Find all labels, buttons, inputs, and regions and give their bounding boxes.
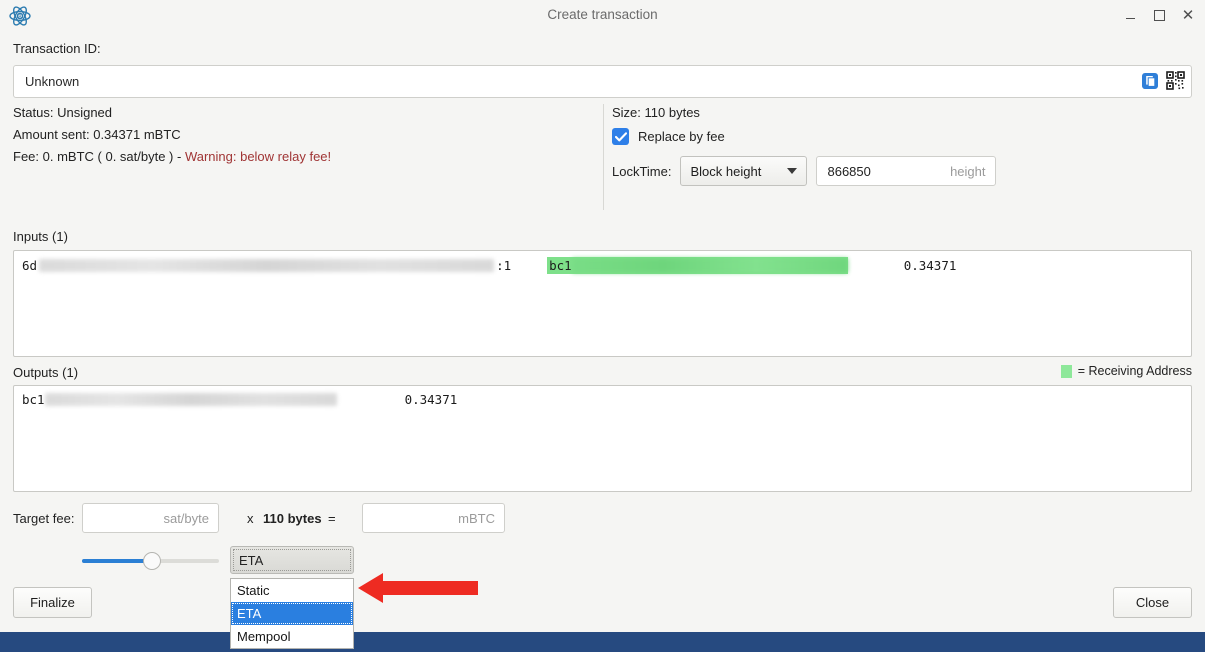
locktime-height-placeholder: height	[950, 163, 986, 179]
red-left-arrow-icon	[357, 571, 479, 605]
locktime-height-input[interactable]: 866850 height	[816, 156, 997, 186]
fee-prefix: Fee: 0. mBTC ( 0. sat/byte ) -	[13, 149, 185, 164]
transaction-id-value: Unknown	[25, 74, 80, 89]
chevron-down-icon	[787, 168, 798, 174]
fee-method-select[interactable]: ETA	[230, 546, 354, 574]
copy-icon[interactable]	[1140, 71, 1160, 91]
legend-label: = Receiving Address	[1077, 364, 1192, 378]
outputs-list[interactable]: bc1 0.34371	[13, 385, 1192, 492]
locktime-mode-value: Block height	[690, 163, 762, 179]
title-bar: B Create transaction ✕	[0, 0, 1205, 30]
multiply-symbol: x	[247, 511, 254, 526]
transaction-size-bytes: 110 bytes	[263, 511, 322, 526]
equals-symbol: =	[328, 511, 336, 526]
transaction-id-label: Transaction ID:	[13, 41, 101, 56]
input-txid-redacted	[39, 259, 495, 272]
locktime-label: LockTime:	[612, 163, 672, 179]
output-address-redacted	[44, 393, 337, 406]
fee-warning: Warning: below relay fee!	[184, 149, 332, 164]
qr-code-icon[interactable]	[1166, 71, 1186, 91]
output-amount: 0.34371	[404, 392, 458, 407]
size-text: Size: 110 bytes	[612, 105, 700, 120]
minimize-icon[interactable]	[1121, 6, 1139, 24]
input-txid-prefix: 6d	[22, 258, 38, 273]
transaction-id-field[interactable]: Unknown	[13, 65, 1192, 98]
outputs-heading: Outputs (1)	[13, 365, 79, 380]
close-icon[interactable]: ✕	[1179, 6, 1197, 24]
transaction-id-actions	[1140, 71, 1186, 91]
menu-item-static[interactable]: Static	[231, 579, 353, 602]
fee-method-dropdown[interactable]: Static ETA Mempool	[230, 578, 354, 649]
locktime-row: LockTime: Block height 866850 height	[612, 156, 997, 186]
fee-text: Fee: 0. mBTC ( 0. sat/byte ) - Warning: …	[13, 149, 588, 164]
input-address-prefix: bc1	[549, 258, 572, 273]
replace-by-fee-checkbox[interactable]	[612, 128, 629, 145]
transaction-summary: Status: Unsigned Amount sent: 0.34371 mB…	[13, 105, 588, 171]
fee-slider[interactable]	[82, 552, 219, 570]
output-address-prefix: bc1	[22, 392, 45, 407]
create-transaction-window: B Create transaction ✕ Transaction ID: U…	[0, 0, 1205, 652]
window-title: Create transaction	[547, 7, 658, 22]
inputs-heading: Inputs (1)	[13, 229, 68, 244]
menu-item-eta[interactable]: ETA	[231, 602, 353, 625]
fee-slider-fill	[82, 559, 149, 563]
fee-method-value: ETA	[239, 552, 264, 568]
inputs-list[interactable]: 6d :1 bc1 0.34371	[13, 250, 1192, 357]
transaction-details: Size: 110 bytes Replace by fee LockTime:…	[612, 105, 997, 186]
receiving-address-legend: = Receiving Address	[1060, 364, 1192, 378]
locktime-mode-select[interactable]: Block height	[680, 156, 808, 186]
amount-sent-text: Amount sent: 0.34371 mBTC	[13, 127, 181, 142]
replace-by-fee-row[interactable]: Replace by fee	[612, 128, 996, 145]
window-controls: ✕	[1121, 0, 1197, 30]
input-vout: :1	[496, 258, 512, 273]
legend-color-swatch	[1060, 364, 1072, 378]
menu-item-mempool[interactable]: Mempool	[231, 625, 353, 648]
close-button[interactable]: Close	[1113, 587, 1192, 618]
maximize-icon[interactable]	[1150, 6, 1168, 24]
input-address-redacted	[571, 258, 848, 273]
locktime-height-value: 866850	[827, 163, 871, 179]
finalize-button[interactable]: Finalize	[13, 587, 92, 618]
vertical-divider	[603, 104, 604, 210]
input-address-highlight: bc1	[547, 257, 848, 274]
table-row[interactable]: 6d :1 bc1 0.34371	[22, 257, 956, 274]
table-row[interactable]: bc1 0.34371	[22, 392, 457, 407]
input-amount: 0.34371	[903, 258, 957, 273]
status-text: Status: Unsigned	[13, 105, 113, 120]
fee-slider-handle[interactable]	[143, 552, 161, 570]
desktop-taskbar[interactable]	[0, 632, 1205, 652]
target-fee-label: Target fee:	[13, 511, 75, 526]
replace-by-fee-label: Replace by fee	[638, 129, 725, 144]
target-fee-total-input[interactable]: mBTC	[362, 503, 505, 533]
target-fee-rate-input[interactable]: sat/byte	[82, 503, 219, 533]
